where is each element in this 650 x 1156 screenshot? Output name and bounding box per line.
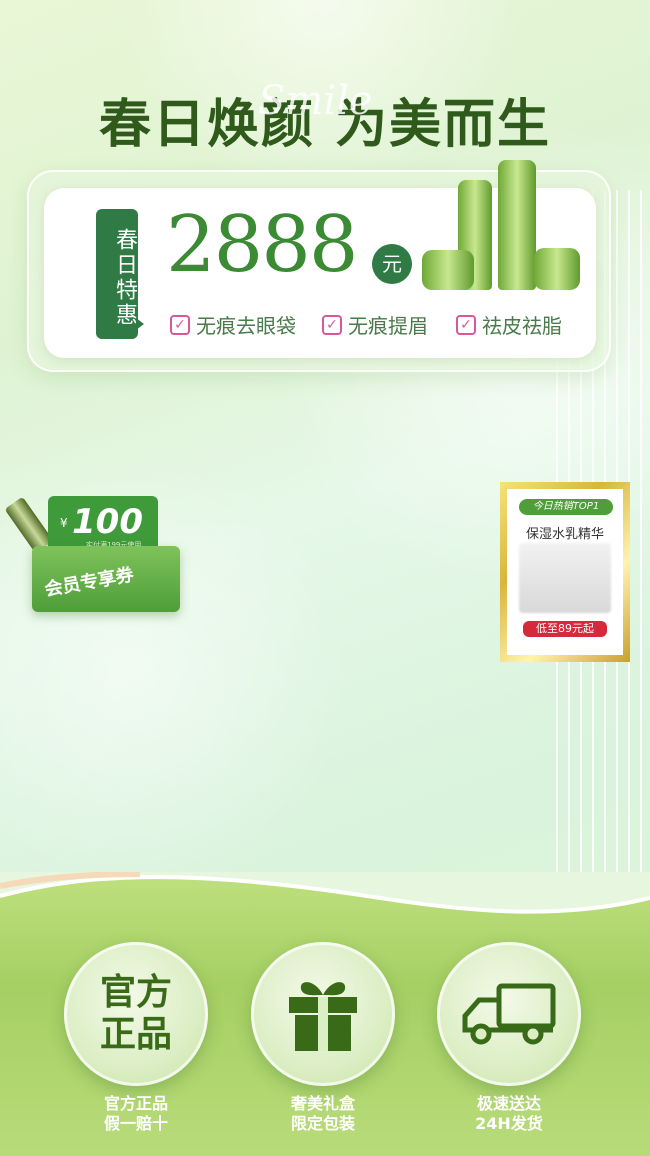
caption-line: 限定包装	[290, 1114, 355, 1133]
hot-item-image	[519, 543, 611, 613]
feature-label: 无痕去眼袋	[196, 314, 296, 338]
tag-pointer	[136, 318, 144, 330]
caption-line: 假一赔十	[103, 1114, 168, 1133]
check-icon: ✓	[322, 314, 342, 335]
product-bottles-image	[422, 160, 582, 300]
gift-caption: 奢美礼盒 限定包装	[251, 1094, 395, 1134]
wave-divider	[0, 872, 650, 914]
script-decoration: Smile	[258, 78, 373, 124]
hot-item-tag: 今日热销TOP1	[519, 499, 613, 515]
caption-line: 极速送达	[476, 1094, 541, 1113]
feature-item: ✓ 祛皮祛脂	[456, 310, 562, 339]
spring-sale-tag: 春日特惠	[96, 209, 138, 339]
authentic-caption: 官方正品 假一赔十	[64, 1094, 208, 1134]
truck-icon	[462, 983, 556, 1045]
authentic-badge[interactable]: 官方 正品	[64, 942, 208, 1086]
caption-line: 24H发货	[475, 1114, 543, 1133]
check-icon: ✓	[170, 314, 190, 335]
authentic-badge-text: 官方 正品	[100, 972, 172, 1056]
feature-label: 无痕提眉	[348, 314, 428, 338]
hot-item-card[interactable]: 今日热销TOP1 保湿水乳精华 低至89元起	[500, 482, 630, 662]
feature-item: ✓ 无痕去眼袋	[170, 310, 296, 339]
price-unit: 元	[372, 244, 412, 284]
member-coupon[interactable]: ¥ 100 实付满199元使用 会员专享券	[4, 492, 188, 617]
feature-item: ✓ 无痕提眉	[322, 310, 428, 339]
hot-item-inner: 今日热销TOP1 保湿水乳精华 低至89元起	[507, 489, 623, 655]
coupon-amount: 100	[72, 502, 143, 542]
delivery-caption: 极速送达 24H发货	[437, 1094, 581, 1134]
authentic-line: 正品	[99, 1014, 172, 1055]
authentic-line: 官方	[99, 972, 172, 1013]
check-icon: ✓	[456, 314, 476, 335]
caption-line: 奢美礼盒	[290, 1094, 355, 1113]
caption-line: 官方正品	[103, 1094, 168, 1113]
hot-item-name: 保湿水乳精华	[525, 527, 604, 542]
hot-item-price: 低至89元起	[523, 621, 607, 637]
fast-delivery-badge[interactable]	[437, 942, 581, 1086]
price-value: 2888	[166, 200, 359, 290]
gift-box-badge[interactable]	[251, 942, 395, 1086]
feature-label: 祛皮祛脂	[482, 314, 562, 338]
coupon-currency: ¥	[60, 516, 68, 530]
gift-icon	[289, 982, 357, 1051]
